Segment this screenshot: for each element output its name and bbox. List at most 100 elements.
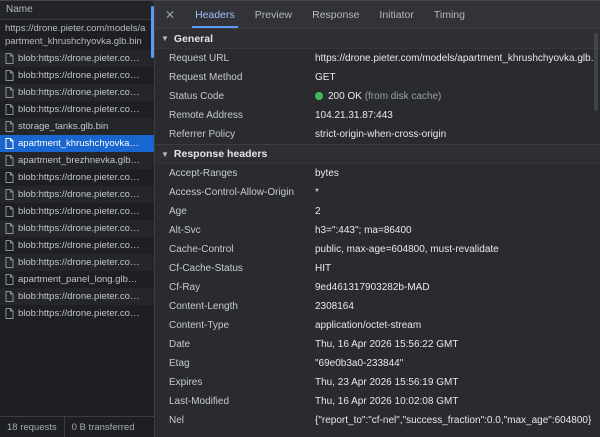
devtools-network-panel: Name https://drone.pieter.com/models/apa… [0, 0, 600, 437]
header-key: Request Method [169, 71, 309, 84]
request-row[interactable]: apartment_brezhnevka.glb… [0, 152, 154, 169]
close-icon[interactable]: ✕ [155, 1, 185, 28]
details-tab-bar: ✕ HeadersPreviewResponseInitiatorTiming [155, 1, 600, 29]
request-row[interactable]: apartment_panel_long.glb… [0, 271, 154, 288]
request-row[interactable]: blob:https://drone.pieter.co… [0, 169, 154, 186]
header-key: Accept-Ranges [169, 167, 309, 180]
disclosure-triangle-icon: ▼ [161, 34, 169, 43]
tab-timing[interactable]: Timing [424, 1, 475, 28]
header-key: Date [169, 338, 309, 351]
request-row[interactable]: blob:https://drone.pieter.co… [0, 254, 154, 271]
header-row: Request Method GET [155, 68, 600, 87]
request-row[interactable]: blob:https://drone.pieter.co… [0, 220, 154, 237]
header-row: Cache-Control public, max-age=604800, mu… [155, 240, 600, 259]
request-row[interactable]: blob:https://drone.pieter.co… [0, 203, 154, 220]
document-icon [5, 257, 14, 268]
network-summary-bar: 18 requests 0 B transferred [0, 416, 154, 437]
request-name: blob:https://drone.pieter.co… [18, 189, 139, 200]
header-row: Content-Type application/octet-stream [155, 316, 600, 335]
section-header[interactable]: ▼ General [155, 29, 600, 49]
tab-headers[interactable]: Headers [185, 1, 245, 28]
header-value: {"report_to":"cf-nel","success_fraction"… [315, 414, 594, 427]
header-key: Expires [169, 376, 309, 389]
header-key: Nel [169, 414, 309, 427]
header-value: "69e0b3a0-233844" [315, 357, 594, 370]
header-key: Remote Address [169, 109, 309, 122]
request-name: blob:https://drone.pieter.co… [18, 257, 139, 268]
request-name: https://drone.pieter.com/models/apartmen… [5, 22, 150, 48]
disclosure-triangle-icon: ▼ [161, 150, 169, 159]
document-icon [5, 138, 14, 149]
request-row[interactable]: blob:https://drone.pieter.co… [0, 50, 154, 67]
details-tabs: HeadersPreviewResponseInitiatorTiming [185, 1, 475, 28]
request-row[interactable]: blob:https://drone.pieter.co… [0, 237, 154, 254]
header-key: Access-Control-Allow-Origin [169, 186, 309, 199]
document-icon [5, 308, 14, 319]
request-name: blob:https://drone.pieter.co… [18, 308, 139, 319]
document-icon [5, 53, 14, 64]
document-icon [5, 172, 14, 183]
header-key: Cache-Control [169, 243, 309, 256]
header-row: Remote Address 104.21.31.87:443 [155, 106, 600, 125]
header-row: Etag "69e0b3a0-233844" [155, 354, 600, 373]
header-row: Age 2 [155, 202, 600, 221]
header-rows: Accept-Ranges bytes Access-Control-Allow… [155, 164, 600, 430]
request-name: blob:https://drone.pieter.co… [18, 87, 139, 98]
header-value: * [315, 186, 594, 199]
header-row: Request URL https://drone.pieter.com/mod… [155, 49, 600, 68]
status-cache-note: (from disk cache) [362, 91, 441, 102]
request-name: blob:https://drone.pieter.co… [18, 70, 139, 81]
header-value: 9ed461317903282b-MAD [315, 281, 594, 294]
request-row[interactable]: blob:https://drone.pieter.co… [0, 101, 154, 118]
header-value: bytes [315, 167, 594, 180]
section-header[interactable]: ▼ Response headers [155, 144, 600, 164]
header-row: Expires Thu, 23 Apr 2026 15:56:19 GMT [155, 373, 600, 392]
request-name: blob:https://drone.pieter.co… [18, 206, 139, 217]
request-row[interactable]: apartment_khrushchyovka… [0, 135, 154, 152]
request-row[interactable]: blob:https://drone.pieter.co… [0, 305, 154, 322]
header-key: Cf-Ray [169, 281, 309, 294]
request-row[interactable]: blob:https://drone.pieter.co… [0, 67, 154, 84]
request-name: apartment_panel_long.glb… [18, 274, 137, 285]
header-row: Cf-Ray 9ed461317903282b-MAD [155, 278, 600, 297]
document-icon [5, 291, 14, 302]
header-value: https://drone.pieter.com/models/apartmen… [315, 52, 594, 65]
header-key: Alt-Svc [169, 224, 309, 237]
header-value: h3=":443"; ma=86400 [315, 224, 594, 237]
header-value: HIT [315, 262, 594, 275]
request-name: blob:https://drone.pieter.co… [18, 223, 139, 234]
header-row: Status Code 200 OK (from disk cache) [155, 87, 600, 106]
headers-section: ▼ Response headers Accept-Ranges bytes A… [155, 144, 600, 430]
request-name: apartment_khrushchyovka… [18, 138, 139, 149]
tab-preview[interactable]: Preview [245, 1, 302, 28]
request-row[interactable]: blob:https://drone.pieter.co… [0, 186, 154, 203]
request-name: blob:https://drone.pieter.co… [18, 104, 139, 115]
tab-initiator[interactable]: Initiator [369, 1, 423, 28]
request-details-panel: ✕ HeadersPreviewResponseInitiatorTiming … [155, 1, 600, 437]
details-scrollbar-thumb[interactable] [594, 33, 598, 111]
document-icon [5, 104, 14, 115]
headers-sections: ▼ General Request URL https://drone.piet… [155, 29, 600, 437]
section-title: Response headers [174, 148, 267, 160]
header-key: Status Code [169, 90, 309, 103]
document-icon [5, 206, 14, 217]
header-key: Last-Modified [169, 395, 309, 408]
request-name: blob:https://drone.pieter.co… [18, 172, 139, 183]
request-name: apartment_brezhnevka.glb… [18, 155, 140, 166]
request-name: storage_tanks.glb.bin [18, 121, 108, 132]
header-row: Nel {"report_to":"cf-nel","success_fract… [155, 411, 600, 430]
transferred-size: 0 B transferred [65, 417, 142, 437]
header-row: Date Thu, 16 Apr 2026 15:56:22 GMT [155, 335, 600, 354]
name-column-header[interactable]: Name [0, 1, 154, 20]
headers-section: ▼ General Request URL https://drone.piet… [155, 29, 600, 144]
request-row[interactable]: blob:https://drone.pieter.co… [0, 288, 154, 305]
request-row[interactable]: https://drone.pieter.com/models/apartmen… [0, 20, 154, 50]
request-row[interactable]: blob:https://drone.pieter.co… [0, 84, 154, 101]
document-icon [5, 155, 14, 166]
document-icon [5, 121, 14, 132]
request-row[interactable]: storage_tanks.glb.bin [0, 118, 154, 135]
list-scrollbar-thumb[interactable] [151, 6, 154, 58]
header-key: Age [169, 205, 309, 218]
header-key: Etag [169, 357, 309, 370]
tab-response[interactable]: Response [302, 1, 369, 28]
